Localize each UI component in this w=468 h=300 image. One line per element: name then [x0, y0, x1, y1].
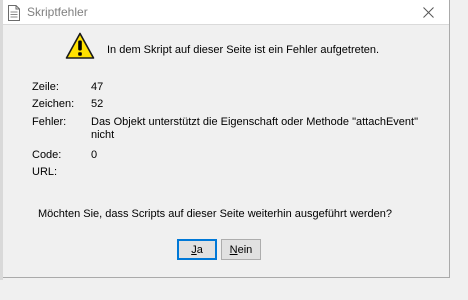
line-value: 47 — [91, 81, 104, 93]
continue-question: Möchten Sie, dass Scripts auf dieser Sei… — [38, 208, 393, 220]
no-mnemonic: N — [229, 243, 238, 256]
url-label: URL: — [32, 166, 58, 178]
no-button[interactable]: Nein — [221, 239, 261, 260]
code-label: Code: — [32, 149, 62, 161]
error-value: Das Objekt unterstützt die Eigenschaft o… — [91, 116, 418, 141]
code-value: 0 — [91, 149, 98, 161]
title-bar[interactable]: Skriptfehler — [3, 0, 449, 25]
error-label: Fehler: — [32, 116, 67, 128]
yes-label-rest: a — [196, 243, 203, 256]
char-value: 52 — [91, 98, 104, 110]
page: Skriptfehler In dem Skript auf dieser Se… — [0, 0, 468, 300]
yes-button[interactable]: Ja — [177, 239, 217, 260]
close-icon — [422, 7, 434, 18]
error-message: In dem Skript auf dieser Seite ist ein F… — [107, 44, 380, 56]
script-error-dialog: Skriptfehler In dem Skript auf dieser Se… — [3, 0, 450, 278]
close-button[interactable] — [413, 2, 443, 23]
background-area — [0, 280, 468, 300]
window-title: Skriptfehler — [27, 5, 88, 19]
line-label: Zeile: — [32, 81, 59, 93]
no-label-rest: ein — [237, 243, 253, 256]
document-icon — [8, 5, 20, 21]
char-label: Zeichen: — [32, 98, 75, 110]
warning-icon — [65, 32, 95, 59]
